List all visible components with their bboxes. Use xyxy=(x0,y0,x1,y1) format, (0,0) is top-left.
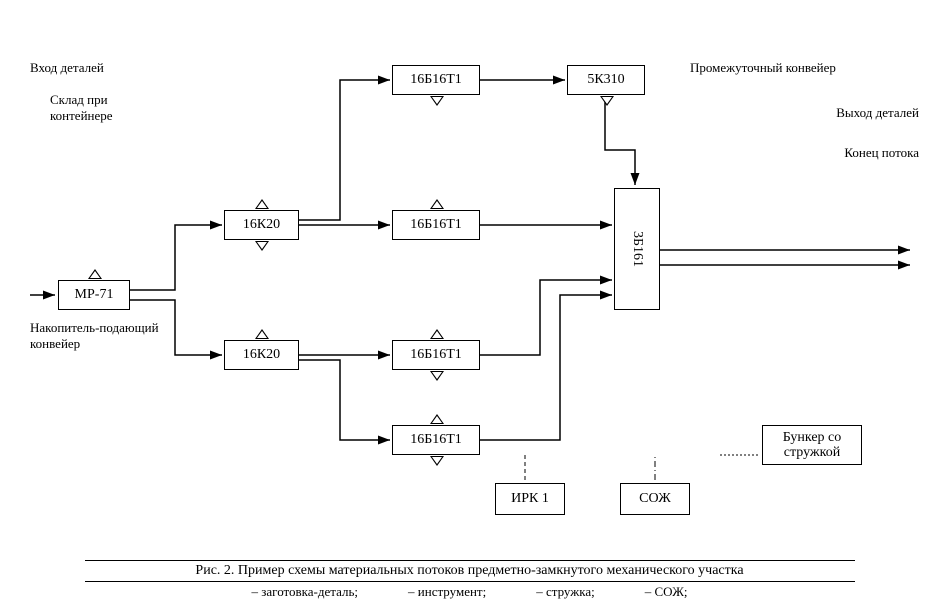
label-irk1: ИРК 1 xyxy=(511,491,549,507)
ann-incoming-conveyor: Накопитель-подающий конвейер xyxy=(30,320,170,351)
node-mp71: МР-71 xyxy=(58,280,130,310)
node-16b16t1-mid2: 16Б16Т1 xyxy=(392,340,480,370)
caption-title: Рис. 2. Пример схемы материальных потоко… xyxy=(85,560,855,582)
label-16k20-b: 16К20 xyxy=(243,347,280,363)
node-16b16t1-top: 16Б16Т1 xyxy=(392,65,480,95)
triangle-icon xyxy=(430,456,444,466)
legend-row: – заготовка-деталь; – инструмент; – стру… xyxy=(0,582,939,602)
legend-item: – инструмент; xyxy=(408,584,486,600)
ann-input-details: Вход деталей xyxy=(30,60,104,76)
label-16b16t1-mid: 16Б16Т1 xyxy=(410,217,462,233)
triangle-icon xyxy=(430,329,444,339)
node-irk1: ИРК 1 xyxy=(495,483,565,515)
triangle-icon xyxy=(88,269,102,279)
label-16b16t1-mid2: 16Б16Т1 xyxy=(410,347,462,363)
diagram-canvas: Вход деталей Склад при контейнере Накопи… xyxy=(0,0,939,602)
node-16k20-b: 16К20 xyxy=(224,340,299,370)
ann-output-details: Выход деталей xyxy=(829,105,919,121)
triangle-icon xyxy=(430,96,444,106)
legend-item: – заготовка-деталь; xyxy=(252,584,359,600)
ann-warehouse: Склад при контейнере xyxy=(50,92,140,123)
label-3b161: 3Б161 xyxy=(629,231,645,267)
triangle-icon xyxy=(255,199,269,209)
label-bunker-l1: Бункер со xyxy=(783,430,842,445)
legend-item: – стружка; xyxy=(536,584,595,600)
label-16k20-a: 16К20 xyxy=(243,217,280,233)
triangle-icon xyxy=(600,96,614,106)
node-16k20-a: 16К20 xyxy=(224,210,299,240)
label-5k310: 5К310 xyxy=(587,72,624,88)
caption-bar: Рис. 2. Пример схемы материальных потоко… xyxy=(0,560,939,602)
ann-intermediate-conveyor: Промежуточный конвейер xyxy=(690,60,840,76)
label-mp71: МР-71 xyxy=(75,287,114,303)
legend-item: – СОЖ; xyxy=(645,584,688,600)
triangle-icon xyxy=(430,199,444,209)
node-bunker: Бункер со стружкой xyxy=(762,425,862,465)
label-sozh: СОЖ xyxy=(639,491,671,507)
ann-end-flow: Конец потока xyxy=(809,145,919,161)
node-5k310: 5К310 xyxy=(567,65,645,95)
label-16b16t1-bot: 16Б16Т1 xyxy=(410,432,462,448)
node-3b161: 3Б161 xyxy=(614,188,660,310)
triangle-icon xyxy=(255,241,269,251)
node-16b16t1-bot: 16Б16Т1 xyxy=(392,425,480,455)
node-16b16t1-mid: 16Б16Т1 xyxy=(392,210,480,240)
node-sozh: СОЖ xyxy=(620,483,690,515)
label-bunker-l2: стружкой xyxy=(784,445,840,460)
triangle-icon xyxy=(430,414,444,424)
label-16b16t1-top: 16Б16Т1 xyxy=(410,72,462,88)
triangle-icon xyxy=(430,371,444,381)
triangle-icon xyxy=(255,329,269,339)
